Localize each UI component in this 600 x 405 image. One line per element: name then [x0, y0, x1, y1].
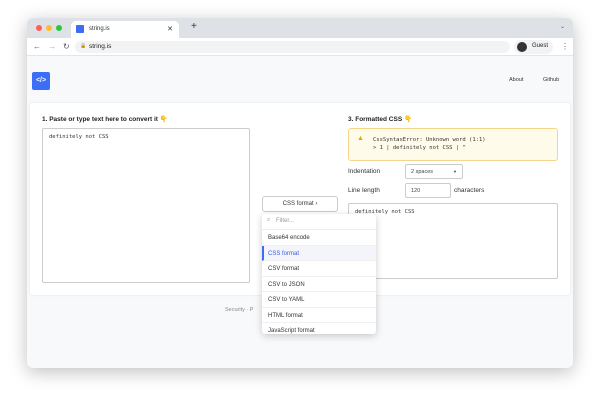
- filter-placeholder: Filter...: [276, 218, 295, 224]
- url-text: string.is: [89, 43, 112, 50]
- line-length-label: Line length: [348, 187, 380, 194]
- indentation-select[interactable]: 2 spaces ▼: [405, 164, 463, 179]
- avatar-icon: [517, 42, 527, 52]
- close-tab-icon[interactable]: ✕: [167, 25, 173, 33]
- line-length-input[interactable]: 120: [405, 183, 451, 198]
- error-detail: > 1 | definitely not CSS | ^: [373, 145, 466, 151]
- tab-title: string.is: [89, 26, 110, 32]
- tab-search-icon[interactable]: ⌄: [560, 23, 565, 30]
- indentation-label: Indentation: [348, 168, 381, 175]
- output-heading: 3. Formatted CSS 👇: [348, 116, 413, 123]
- url-bar[interactable]: 🔒 string.is: [75, 41, 510, 53]
- profile-name: Guest: [532, 43, 549, 49]
- github-link[interactable]: Github: [543, 77, 559, 83]
- reload-icon[interactable]: ↻: [63, 42, 70, 51]
- new-tab-button[interactable]: +: [191, 21, 197, 32]
- favicon-icon: [76, 25, 84, 33]
- converter-item[interactable]: JavaScript format: [262, 323, 376, 334]
- search-icon: ⌕: [267, 217, 271, 223]
- error-message: CssSyntaxError: Unknown word (1:1): [373, 137, 486, 143]
- tab-bar: string.is ✕ + ⌄: [27, 18, 573, 38]
- dropdown-caret-icon: ▼: [453, 169, 457, 174]
- output-textarea[interactable]: definitely not CSS: [348, 203, 558, 279]
- input-heading: 1. Paste or type text here to convert it…: [42, 116, 168, 123]
- browser-tab[interactable]: string.is ✕: [71, 21, 179, 38]
- line-length-unit: characters: [454, 187, 485, 194]
- warning-icon: ▲: [357, 135, 364, 142]
- converter-button-label: CSS format: [282, 201, 314, 207]
- logo[interactable]: </>: [32, 72, 50, 90]
- converter-dropdown: ⌕ Filter... Base64 encode CSS format CSV …: [262, 214, 376, 334]
- converter-item[interactable]: CSV to YAML: [262, 292, 376, 308]
- converter-item-selected[interactable]: CSS format: [262, 245, 376, 261]
- forward-icon[interactable]: →: [48, 42, 56, 51]
- menu-icon[interactable]: ⋮: [561, 42, 569, 51]
- maximize-window-button[interactable]: [56, 25, 62, 31]
- close-window-button[interactable]: [36, 25, 42, 31]
- filter-input[interactable]: ⌕ Filter...: [262, 214, 376, 230]
- about-link[interactable]: About: [509, 77, 523, 83]
- footer-links[interactable]: Security · P: [225, 307, 253, 313]
- input-textarea[interactable]: definitely not CSS: [42, 128, 250, 283]
- address-bar-row: ← → ↻ 🔒 string.is Guest ⋮: [27, 38, 573, 56]
- profile-button[interactable]: Guest: [514, 40, 554, 54]
- chevron-right-icon: ›: [315, 201, 318, 207]
- back-icon[interactable]: ←: [33, 42, 41, 51]
- lock-icon: 🔒: [80, 43, 87, 49]
- converter-select-button[interactable]: CSS format ›: [262, 196, 338, 212]
- error-alert: ▲ CssSyntaxError: Unknown word (1:1) > 1 |…: [348, 128, 558, 161]
- minimize-window-button[interactable]: [46, 25, 52, 31]
- converter-item[interactable]: HTML format: [262, 308, 376, 323]
- indentation-value: 2 spaces: [411, 169, 434, 175]
- browser-window: string.is ✕ + ⌄ ← → ↻ 🔒 string.is Guest ⋮ …: [27, 18, 573, 368]
- converter-item[interactable]: CSV format: [262, 261, 376, 277]
- converter-item[interactable]: CSV to JSON: [262, 277, 376, 292]
- converter-item[interactable]: Base64 encode: [262, 230, 376, 246]
